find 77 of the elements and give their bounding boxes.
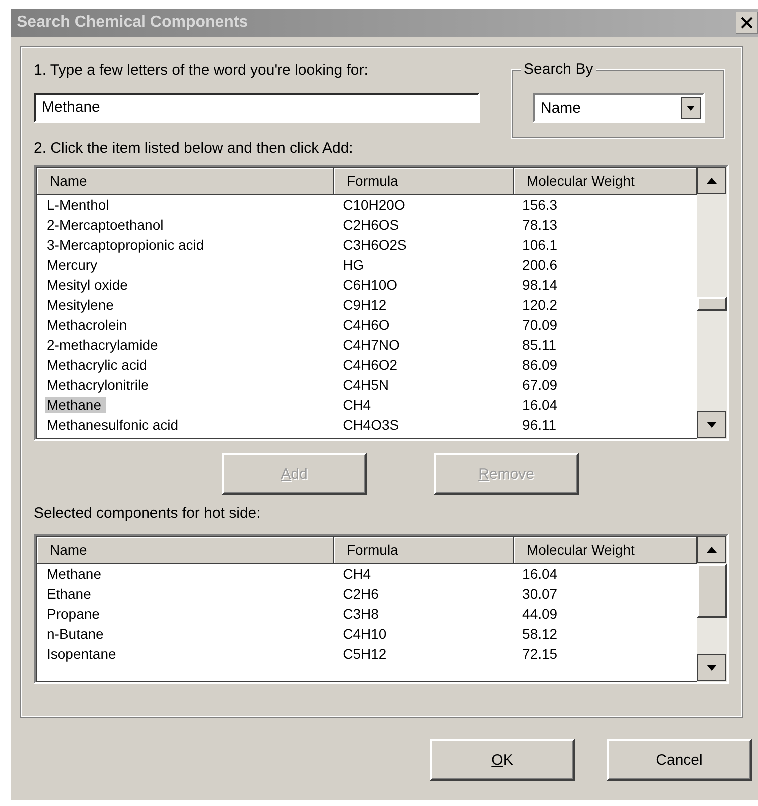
list-label: 2. Click the item listed below and then click Add: bbox=[34, 140, 354, 157]
cancel-button[interactable]: Cancel bbox=[607, 739, 752, 781]
weight-cell-text: 16.04 bbox=[522, 397, 559, 413]
search-label: 1. Type a few letters of the word you're looking for: bbox=[34, 62, 370, 79]
component-name[interactable]: Methanesulfonic acid bbox=[45, 417, 184, 433]
column-header[interactable]: Name bbox=[37, 537, 334, 564]
formula-cell-text: CH4O3S bbox=[342, 417, 400, 433]
scroll-up-icon[interactable] bbox=[697, 536, 727, 564]
close-icon[interactable] bbox=[736, 12, 758, 34]
weight-cell-text: 70.09 bbox=[522, 317, 559, 333]
component-name[interactable]: Mesitylene bbox=[45, 297, 119, 313]
weight-cell-text: 156.3 bbox=[522, 197, 559, 213]
component-name[interactable]: Methacrylic acid bbox=[45, 357, 152, 373]
list-view[interactable] bbox=[34, 165, 729, 441]
formula-cell-text: C4H5N bbox=[342, 377, 390, 393]
formula-cell-text: C3H8 bbox=[342, 606, 380, 622]
weight-cell-text: 44.09 bbox=[522, 606, 559, 622]
formula-cell-text: C4H7NO bbox=[342, 337, 401, 353]
component-name[interactable]: 3-Mercaptopropionic acid bbox=[45, 237, 210, 253]
column-header[interactable]: Formula bbox=[334, 537, 514, 564]
component-name[interactable]: n-Butane bbox=[45, 626, 109, 642]
scroll-thumb[interactable] bbox=[697, 297, 727, 311]
column-header[interactable]: Molecular Weight bbox=[514, 168, 697, 195]
formula-cell-text: C5H12 bbox=[342, 646, 388, 662]
formula-cell-text: CH4 bbox=[342, 397, 372, 413]
scroll-thumb[interactable] bbox=[697, 564, 727, 618]
search-field[interactable]: Methane bbox=[34, 93, 480, 123]
formula-cell-text: C6H10O bbox=[342, 277, 399, 293]
weight-cell-text: 78.13 bbox=[522, 217, 559, 233]
weight-cell-text: 85.11 bbox=[522, 337, 558, 353]
component-name[interactable]: Propane bbox=[45, 606, 105, 622]
formula-cell-text: C2H6 bbox=[342, 586, 380, 602]
scroll-down-icon[interactable] bbox=[697, 654, 727, 682]
scrollbar[interactable] bbox=[697, 536, 727, 682]
scrollbar[interactable] bbox=[697, 167, 727, 439]
component-name[interactable]: Mesityl oxide bbox=[45, 277, 133, 293]
weight-cell-text: 200.6 bbox=[522, 257, 559, 273]
weight-cell-text: 106.1 bbox=[522, 237, 559, 253]
component-name[interactable]: L-Menthol bbox=[45, 197, 114, 213]
formula-cell-text: HG bbox=[342, 257, 366, 273]
list-label: Selected components for hot side: bbox=[34, 505, 262, 522]
formula-cell-text: C2H6OS bbox=[342, 217, 400, 233]
formula-cell-text: C4H6O2 bbox=[342, 357, 399, 373]
formula-cell-text: CH4 bbox=[342, 566, 372, 582]
component-name[interactable]: Methacrylonitrile bbox=[45, 377, 154, 393]
component-name[interactable]: 2-Mercaptoethanol bbox=[45, 217, 169, 233]
weight-cell-text: 16.04 bbox=[522, 566, 559, 582]
list-view[interactable]: Name Formula Molecular Weight Methane CH4 16.04 Ethane C2H6 30.07 Propane C3H8 44.09 n-Butane C4H10 58.12 Isopentane C5H12 72.15 bbox=[34, 534, 729, 684]
component-name[interactable]: 2-methacrylamide bbox=[45, 337, 164, 353]
weight-cell-text: 58.12 bbox=[522, 626, 559, 642]
column-header[interactable]: Molecular Weight bbox=[514, 537, 697, 564]
component-name[interactable]: Ethane bbox=[45, 586, 96, 602]
component-name[interactable]: Methane bbox=[45, 397, 106, 413]
weight-cell-text: 72.15 bbox=[522, 646, 559, 662]
formula-cell-text: C4H6O bbox=[342, 317, 391, 333]
component-name[interactable]: Mercury bbox=[45, 257, 103, 273]
component-name[interactable]: Methacrolein bbox=[45, 317, 132, 333]
search-by-dropdown[interactable]: Name bbox=[533, 93, 705, 123]
scroll-down-icon[interactable] bbox=[697, 411, 727, 439]
column-header[interactable]: Name bbox=[37, 168, 334, 195]
component-name[interactable]: Isopentane bbox=[45, 646, 122, 662]
formula-cell-text: C3H6O2S bbox=[342, 237, 408, 253]
component-name[interactable]: Methane bbox=[45, 566, 106, 582]
formula-cell-text: C10H20O bbox=[342, 197, 406, 213]
window-title: Search Chemical Components bbox=[17, 14, 250, 32]
weight-cell-text: 96.11 bbox=[522, 417, 558, 433]
column-header[interactable]: Formula bbox=[334, 168, 514, 195]
weight-cell-text: 98.14 bbox=[522, 277, 559, 293]
ok-button[interactable]: OK bbox=[430, 739, 575, 781]
weight-cell-text: 67.09 bbox=[522, 377, 559, 393]
weight-cell-text: 86.09 bbox=[522, 357, 559, 373]
weight-cell-text: 30.07 bbox=[522, 586, 559, 602]
formula-cell-text: C9H12 bbox=[342, 297, 388, 313]
group-label: Search By bbox=[521, 61, 596, 78]
scroll-up-icon[interactable] bbox=[697, 167, 727, 195]
weight-cell-text: 120.2 bbox=[522, 297, 559, 313]
formula-cell-text: C4H10 bbox=[342, 626, 388, 642]
